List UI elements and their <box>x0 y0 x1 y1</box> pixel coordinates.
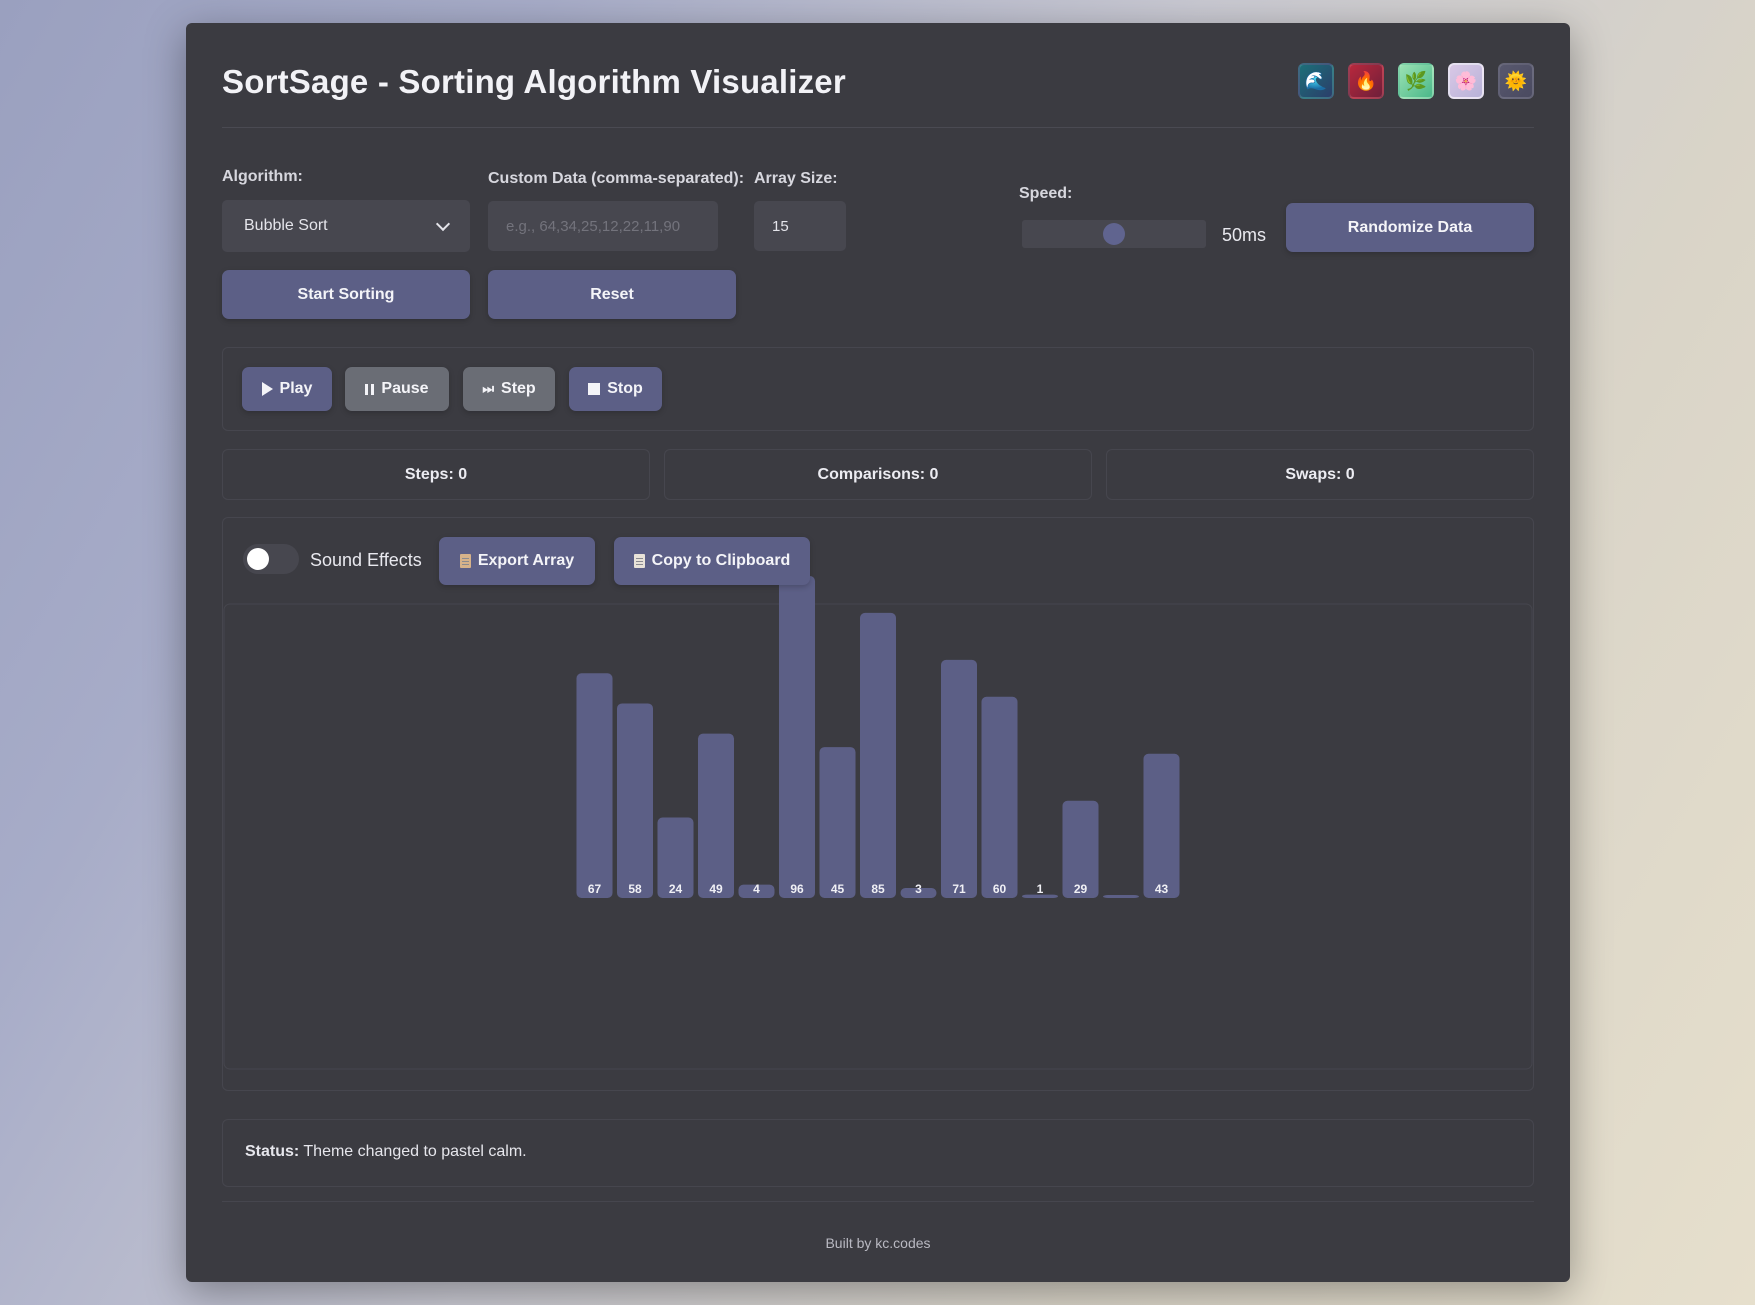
status-text: Status: Theme changed to pastel calm. <box>245 1143 527 1161</box>
bar-label-5: 96 <box>790 882 804 896</box>
bar-5 <box>779 576 815 898</box>
theme-ocean-button[interactable]: 🌊 <box>1298 63 1334 99</box>
stop-label: Stop <box>607 380 643 397</box>
bar-1 <box>617 703 653 898</box>
custom-data-label: Custom Data (comma-separated): <box>488 170 745 187</box>
bar-14 <box>1143 753 1180 898</box>
start-sorting-button[interactable]: Start Sorting <box>222 270 470 319</box>
play-button[interactable]: Play <box>242 367 332 411</box>
theme-forest-button[interactable]: 🌿 <box>1398 63 1434 99</box>
copy-clipboard-label: Copy to Clipboard <box>651 552 791 569</box>
bar-label-11: 1 <box>1037 882 1044 896</box>
bar-label-3: 49 <box>709 882 723 896</box>
visualizer-panel: 67 58 24 49 4 96 45 85 3 71 60 1 29 43 <box>222 517 1534 1091</box>
leaf-icon: 🌿 <box>1404 70 1428 91</box>
playback-panel: Play Pause ⏭ Step Stop <box>222 347 1534 431</box>
array-size-label: Array Size: <box>754 170 838 187</box>
status-panel: Status: Theme changed to pastel calm. <box>222 1119 1534 1187</box>
array-size-input[interactable] <box>754 201 846 251</box>
bar-label-9: 71 <box>952 882 966 896</box>
clipboard-icon <box>459 554 471 568</box>
steps-counter: Steps: 0 <box>222 449 650 500</box>
sun-icon: 🌞 <box>1504 70 1528 91</box>
sound-effects-toggle[interactable] <box>243 544 299 574</box>
theme-pastel-button[interactable]: 🌸 <box>1448 63 1484 99</box>
bar-label-0: 67 <box>588 882 602 896</box>
toggle-knob <box>247 548 269 570</box>
export-array-button[interactable]: Export Array <box>439 537 595 585</box>
sound-effects-label: Sound Effects <box>310 550 422 570</box>
footer-credit: Built by kc.codes <box>825 1235 931 1251</box>
bar-label-7: 85 <box>871 882 885 896</box>
fire-icon: 🔥 <box>1354 70 1378 91</box>
step-button[interactable]: ⏭ Step <box>463 367 555 411</box>
theme-fire-button[interactable]: 🔥 <box>1348 63 1384 99</box>
status-message: Theme changed to pastel calm. <box>299 1143 527 1160</box>
bar-label-12: 29 <box>1074 882 1088 896</box>
algorithm-label: Algorithm: <box>222 168 303 185</box>
bar-label-4: 4 <box>753 882 760 896</box>
bar-9 <box>941 659 977 898</box>
footer-divider <box>222 1201 1534 1202</box>
bar-10 <box>981 696 1018 898</box>
bar-7 <box>860 612 896 898</box>
comparisons-counter: Comparisons: 0 <box>664 449 1092 500</box>
bar-label-8: 3 <box>915 882 922 896</box>
status-label: Status: <box>245 1143 300 1160</box>
bar-13 <box>1103 895 1139 898</box>
bar-label-14: 43 <box>1155 882 1169 896</box>
swaps-counter: Swaps: 0 <box>1106 449 1534 500</box>
flower-icon: 🌸 <box>1454 70 1478 91</box>
wave-icon: 🌊 <box>1304 70 1328 91</box>
bar-chart: 67 58 24 49 4 96 45 85 3 71 60 1 29 43 <box>223 576 1533 1070</box>
stop-button[interactable]: Stop <box>569 367 662 411</box>
pause-label: Pause <box>381 380 429 397</box>
speed-slider-handle[interactable] <box>1103 223 1125 245</box>
bar-3 <box>698 733 734 898</box>
algorithm-value: Bubble Sort <box>244 217 328 234</box>
bar-label-10: 60 <box>993 882 1007 896</box>
pause-icon <box>365 383 375 395</box>
speed-slider[interactable] <box>1022 220 1206 248</box>
page-title: SortSage - Sorting Algorithm Visualizer <box>222 63 846 100</box>
theme-switcher: 🌊 🔥 🌿 🌸 🌞 <box>1298 63 1534 99</box>
play-icon <box>261 382 273 396</box>
reset-button[interactable]: Reset <box>488 270 736 319</box>
header: SortSage - Sorting Algorithm Visualizer … <box>222 23 1534 128</box>
export-array-label: Export Array <box>477 552 575 569</box>
bar-label-1: 58 <box>628 882 642 896</box>
bar-0 <box>576 673 613 898</box>
randomize-data-button[interactable]: Randomize Data <box>1286 203 1534 252</box>
document-icon <box>633 554 645 568</box>
app-window: SortSage - Sorting Algorithm Visualizer … <box>186 23 1570 1282</box>
bar-label-6: 45 <box>831 882 845 896</box>
pause-button[interactable]: Pause <box>345 367 449 411</box>
next-track-icon: ⏭ <box>482 381 495 396</box>
step-label: Step <box>501 380 536 397</box>
chevron-down-icon <box>435 216 451 232</box>
bar-6 <box>819 747 856 898</box>
theme-sun-button[interactable]: 🌞 <box>1498 63 1534 99</box>
stop-icon <box>588 383 601 395</box>
bar-label-2: 24 <box>669 882 683 896</box>
speed-label: Speed: <box>1019 185 1073 202</box>
speed-value: 50ms <box>1222 225 1267 245</box>
play-label: Play <box>279 380 313 397</box>
algorithm-select[interactable]: Bubble Sort <box>222 200 470 252</box>
copy-clipboard-button[interactable]: Copy to Clipboard <box>614 537 810 585</box>
custom-data-input[interactable] <box>488 201 718 251</box>
